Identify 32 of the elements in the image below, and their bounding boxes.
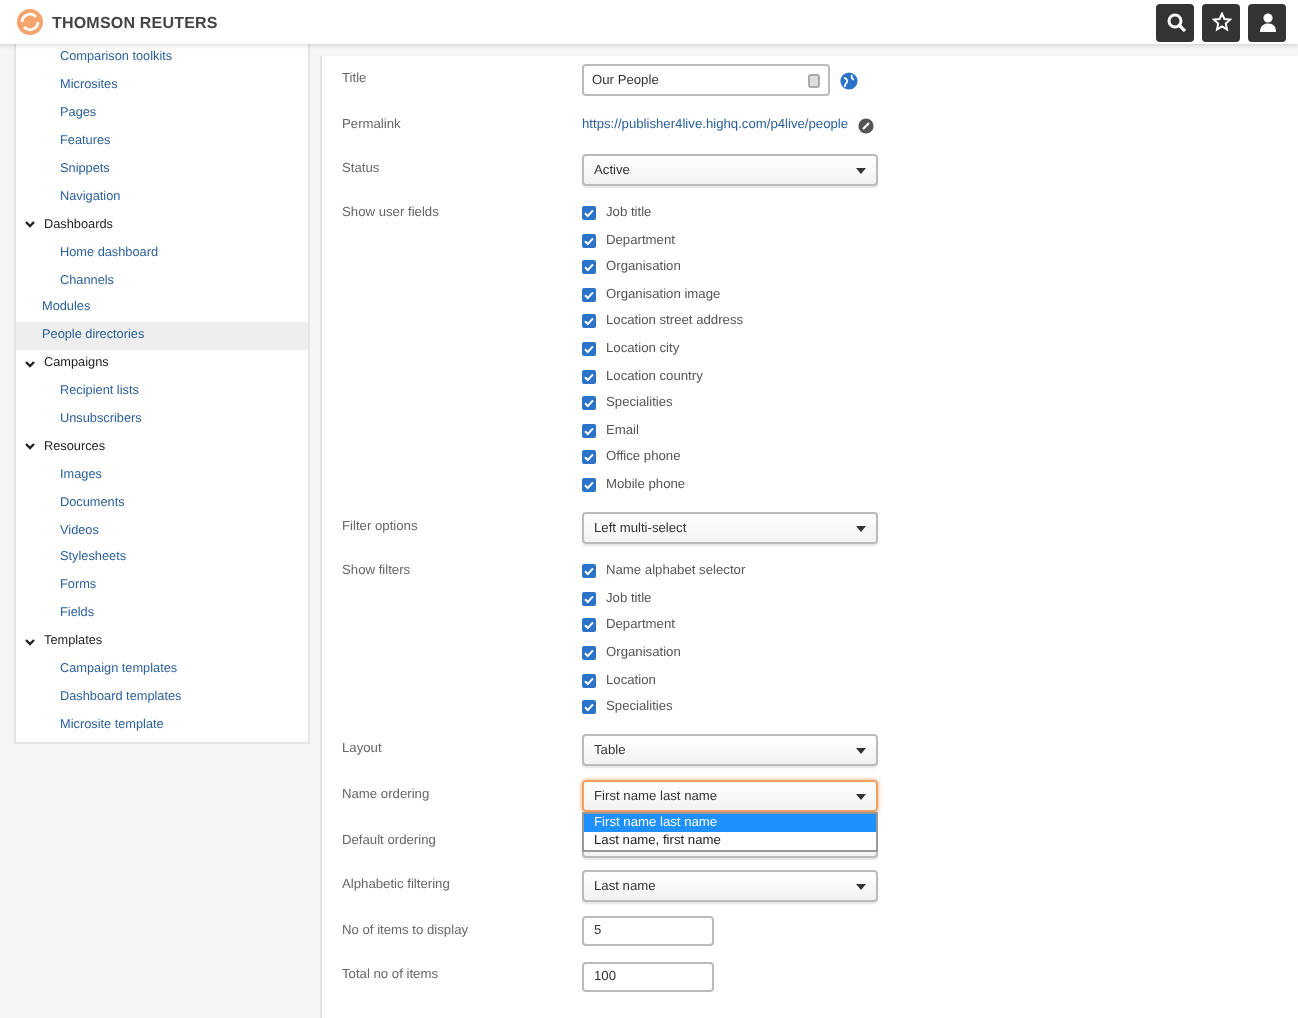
checkbox[interactable] <box>582 260 596 275</box>
search-icon <box>1165 12 1185 32</box>
checkbox[interactable] <box>582 673 596 688</box>
checkbox[interactable] <box>582 369 596 384</box>
star-button[interactable] <box>1202 3 1240 41</box>
edit-icon[interactable] <box>858 117 875 134</box>
checkbox[interactable] <box>582 396 596 411</box>
brand-name: THOMSON REUTERS <box>52 13 218 31</box>
checkbox[interactable] <box>582 478 596 493</box>
checkbox[interactable] <box>582 450 596 465</box>
checkbox[interactable] <box>582 287 596 302</box>
user-button[interactable] <box>1248 3 1286 41</box>
star-icon <box>1211 12 1231 32</box>
caret-icon <box>856 167 866 174</box>
checkbox[interactable] <box>582 700 596 715</box>
checkbox[interactable] <box>582 645 596 660</box>
checkbox[interactable] <box>582 423 596 438</box>
checkbox[interactable] <box>582 591 596 606</box>
caret-icon <box>856 525 866 532</box>
logo-icon <box>16 8 44 36</box>
caret-icon <box>856 747 866 754</box>
checkbox[interactable] <box>582 564 596 579</box>
search-button[interactable] <box>1156 3 1194 41</box>
checkbox[interactable] <box>582 233 596 248</box>
checkbox[interactable] <box>582 206 596 221</box>
caret-icon <box>856 883 866 890</box>
checkbox[interactable] <box>582 314 596 329</box>
globe-icon[interactable] <box>840 71 858 89</box>
user-icon <box>1257 12 1277 32</box>
checkbox[interactable] <box>582 342 596 357</box>
caret-icon <box>856 793 866 800</box>
checkbox[interactable] <box>582 618 596 633</box>
